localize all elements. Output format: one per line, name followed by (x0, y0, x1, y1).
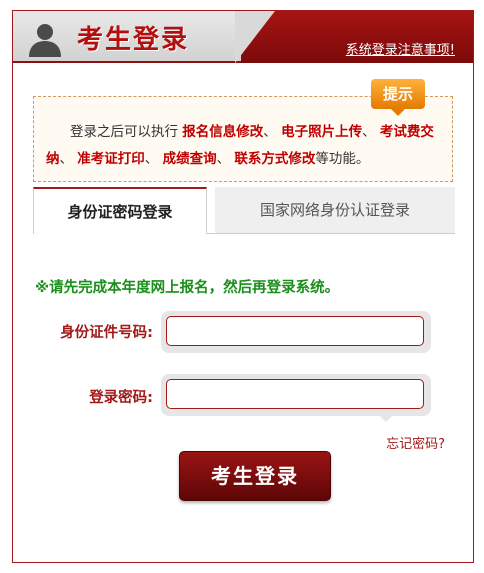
tip-intro: 登录之后可以执行 (70, 124, 178, 140)
login-notice-link[interactable]: 系统登录注意事项! (346, 39, 455, 58)
user-icon (29, 24, 61, 57)
login-button[interactable]: 考生登录 (179, 451, 331, 501)
login-tabs: 身份证密码登录 国家网络身份认证登录 (33, 187, 455, 234)
tip-item: 报名信息修改 (182, 124, 264, 140)
password-label: 登录密码: (89, 390, 153, 406)
panel-header: 考生登录 系统登录注意事项! (13, 11, 473, 63)
id-number-input[interactable] (166, 316, 424, 346)
id-number-label: 身份证件号码: (60, 325, 153, 341)
page-title: 考生登录 (77, 25, 190, 55)
tip-item: 联系方式修改 (234, 151, 316, 167)
password-wrap (161, 374, 431, 416)
tip-item: 电子照片上传 (281, 124, 363, 140)
password-input[interactable] (166, 379, 424, 409)
tab-national-id[interactable]: 国家网络身份认证登录 (215, 187, 455, 233)
login-panel: 考生登录 系统登录注意事项! 登录之后可以执行 报名信息修改、 电子照片上传、 … (12, 10, 474, 563)
id-number-wrap (161, 311, 431, 353)
tip-suffix: 等功能。 (315, 151, 370, 167)
tip-item: 成绩查询 (162, 151, 217, 167)
tab-id-password[interactable]: 身份证密码登录 (33, 187, 207, 234)
forgot-password-link[interactable]: 忘记密码? (386, 433, 445, 452)
tip-badge: 提示 (371, 79, 425, 116)
tip-item: 准考证打印 (77, 151, 145, 167)
instruction-text: ※请先完成本年度网上报名，然后再登录系统。 (35, 280, 340, 296)
